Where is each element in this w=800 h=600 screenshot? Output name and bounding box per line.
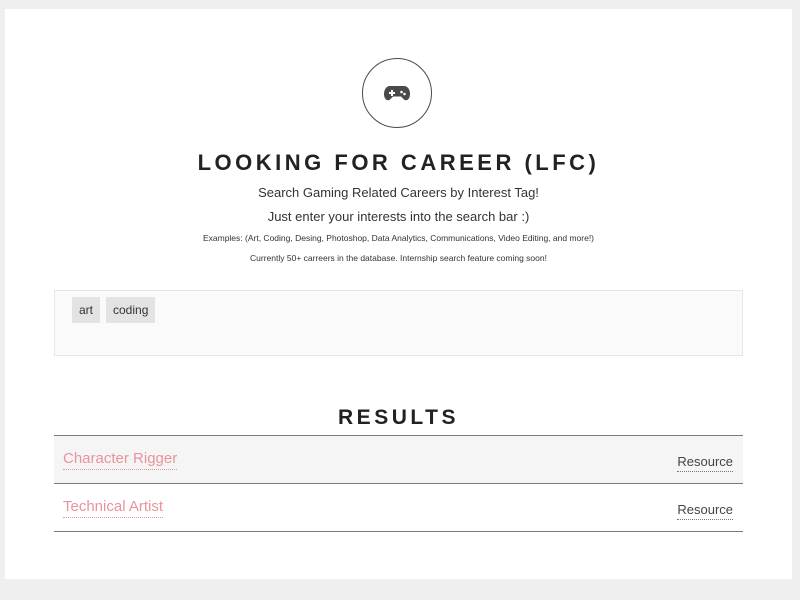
table-row: Character Rigger Resource	[54, 436, 743, 484]
results-table: Character Rigger Resource Technical Arti…	[54, 435, 743, 532]
resource-link[interactable]: Resource	[677, 454, 733, 472]
page-title: LOOKING FOR CAREER (LFC)	[197, 150, 600, 175]
tag-coding[interactable]: coding	[106, 297, 156, 323]
gamepad-icon	[384, 86, 410, 101]
career-link[interactable]: Technical Artist	[63, 498, 164, 518]
examples-text: Examples: (Art, Coding, Desing, Photosho…	[202, 233, 595, 243]
logo	[362, 58, 432, 128]
resource-link[interactable]: Resource	[677, 502, 733, 520]
subtitle-instructions: Just enter your interests into the searc…	[267, 209, 530, 224]
career-link[interactable]: Character Rigger	[63, 450, 178, 470]
main-card: LOOKING FOR CAREER (LFC) Search Gaming R…	[5, 9, 792, 579]
results-heading: RESULTS	[338, 406, 459, 429]
tag-art[interactable]: art	[72, 297, 101, 323]
database-note: Currently 50+ carreers in the database. …	[250, 253, 547, 263]
table-row: Technical Artist Resource	[54, 484, 743, 532]
subtitle-search: Search Gaming Related Careers by Interes…	[258, 185, 539, 200]
tag-search-input[interactable]: art coding	[54, 290, 743, 356]
